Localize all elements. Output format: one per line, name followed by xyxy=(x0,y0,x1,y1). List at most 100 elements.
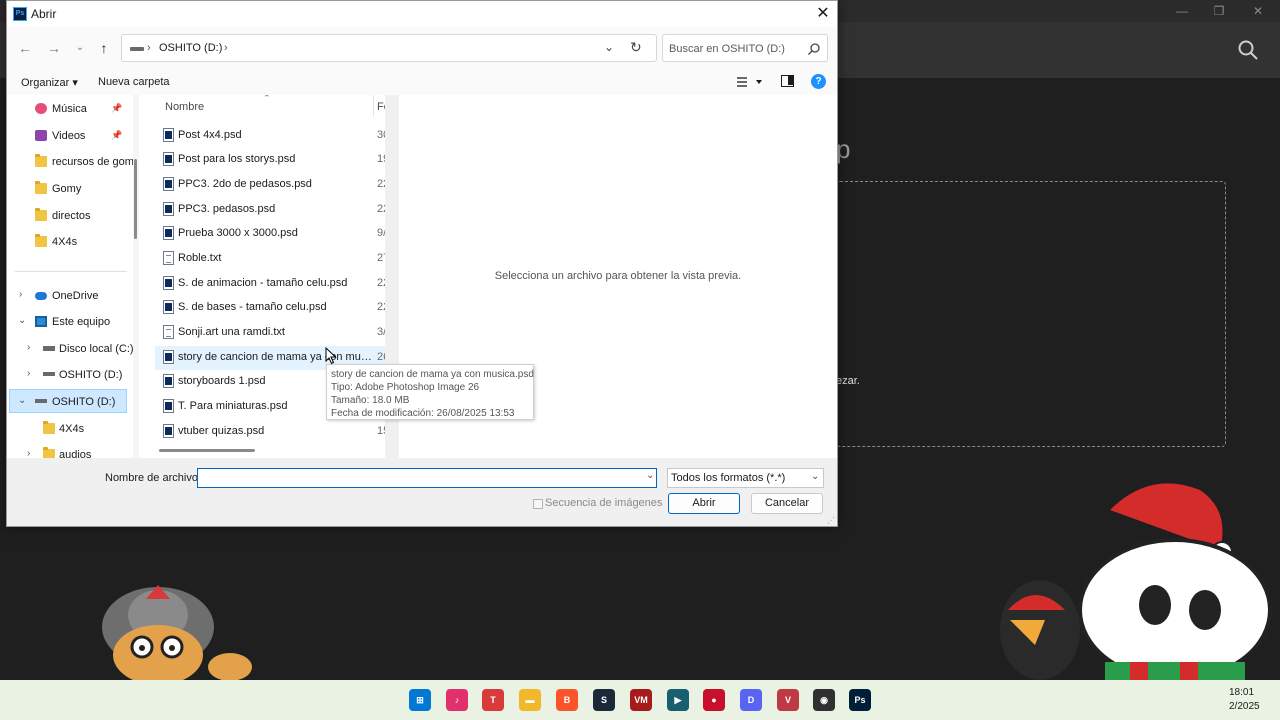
column-separator[interactable] xyxy=(373,95,374,117)
maximize-icon[interactable]: ❐ xyxy=(1209,2,1229,20)
voicemeeter-icon[interactable]: VM xyxy=(630,689,652,711)
file-row[interactable]: Prueba 3000 x 3000.psd 9/ xyxy=(155,222,385,246)
valorant-icon[interactable]: V xyxy=(777,689,799,711)
search-icon[interactable] xyxy=(1236,38,1260,62)
clock-date[interactable]: 2/2025 xyxy=(1229,701,1260,712)
chevron-right-icon[interactable]: › xyxy=(147,42,151,54)
photoshop-icon[interactable]: Ps xyxy=(849,689,871,711)
nav-item-oshito-selected[interactable]: ⌄ OSHITO (D:) xyxy=(7,390,133,414)
preview-pane-icon[interactable] xyxy=(781,75,794,87)
nav-item-4x4s[interactable]: 4X4s xyxy=(7,230,133,254)
chevron-down-icon[interactable]: ⌄ xyxy=(604,40,614,54)
address-path[interactable]: OSHITO (D:) xyxy=(159,42,222,54)
chevron-down-icon[interactable]: ⌄ xyxy=(18,315,26,326)
file-name: S. de animacion - tamaño celu.psd xyxy=(178,277,348,289)
filename-input[interactable] xyxy=(202,471,632,485)
obs-icon[interactable]: ◉ xyxy=(813,689,835,711)
back-arrow-icon[interactable]: ← xyxy=(16,39,34,57)
search-icon[interactable] xyxy=(807,42,821,56)
videos-icon xyxy=(35,130,47,141)
file-name: Prueba 3000 x 3000.psd xyxy=(178,227,298,239)
chevron-down-icon[interactable]: ⌄ xyxy=(646,470,654,481)
filetype-select[interactable]: Todos los formatos (*.*) ⌄ xyxy=(667,468,824,488)
chevron-down-icon[interactable]: ⌄ xyxy=(811,471,819,482)
file-name: Post para los storys.psd xyxy=(178,153,296,165)
nav-item-4x4s-sub[interactable]: 4X4s xyxy=(7,417,133,441)
file-dropzone[interactable] xyxy=(836,181,1226,447)
address-bar[interactable]: › OSHITO (D:) › ⌄ ↻ xyxy=(121,34,657,62)
photoshop-home-title: p xyxy=(836,134,851,164)
cancel-button[interactable]: Cancelar xyxy=(751,493,823,514)
pin-icon[interactable]: 📌 xyxy=(111,103,122,114)
start-icon[interactable]: ⊞ xyxy=(409,689,431,711)
file-row[interactable]: S. de animacion - tamaño celu.psd 22 xyxy=(155,272,385,296)
help-icon[interactable]: ? xyxy=(811,74,826,89)
image-sequence-label: Secuencia de imágenes xyxy=(545,497,663,509)
file-row[interactable]: Post 4x4.psd 30 xyxy=(155,124,385,148)
navigation-bar: ← → ⌄ ↑ › OSHITO (D:) › ⌄ ↻ xyxy=(7,27,837,69)
tiktok-icon[interactable]: ♪ xyxy=(446,689,468,711)
forward-arrow-icon[interactable]: → xyxy=(45,39,63,57)
close-button[interactable]: ✕ xyxy=(811,4,835,24)
open-button[interactable]: Abrir xyxy=(668,493,740,514)
refresh-icon[interactable]: ↻ xyxy=(630,39,642,56)
file-row[interactable]: Post para los storys.psd 19 xyxy=(155,148,385,172)
chevron-right-icon[interactable]: › xyxy=(19,289,22,300)
psd-file-icon xyxy=(163,276,174,290)
file-row[interactable]: Roble.txt 27 xyxy=(155,247,385,271)
new-folder-button[interactable]: Nueva carpeta xyxy=(98,76,170,88)
nav-item-music[interactable]: Música 📌 xyxy=(7,97,133,121)
search-box[interactable] xyxy=(662,34,828,62)
file-date: 26 xyxy=(377,351,385,363)
file-row[interactable]: vtuber quizas.psd 15 xyxy=(155,420,385,444)
nav-item-local-disk[interactable]: › Disco local (C:) xyxy=(7,337,133,361)
column-header-date[interactable]: Fe xyxy=(377,101,385,113)
chevron-right-icon[interactable]: › xyxy=(27,448,30,458)
nav-item-gomy[interactable]: Gomy xyxy=(7,177,133,201)
search-input[interactable] xyxy=(669,41,799,57)
file-date: 15 xyxy=(377,425,385,437)
file-explorer-icon[interactable]: ▬ xyxy=(519,689,541,711)
image-sequence-checkbox[interactable] xyxy=(533,499,543,509)
red-app-icon[interactable]: ● xyxy=(703,689,725,711)
chevron-right-icon[interactable]: › xyxy=(224,42,228,54)
steam-icon[interactable]: S xyxy=(593,689,615,711)
file-row[interactable]: S. de bases - tamaño celu.psd 22 xyxy=(155,296,385,320)
recent-locations-icon[interactable]: ⌄ xyxy=(71,39,89,57)
close-window-icon[interactable]: ✕ xyxy=(1248,2,1268,20)
column-header-name[interactable]: Nombre xyxy=(165,101,204,113)
nav-item-onedrive[interactable]: › OneDrive xyxy=(7,284,133,308)
view-options-icon[interactable] xyxy=(735,74,765,90)
capcut-icon[interactable]: ▶ xyxy=(667,689,689,711)
nav-item-audios[interactable]: › audios xyxy=(7,443,133,458)
resize-grip-icon[interactable]: ⋰ xyxy=(827,516,835,525)
brave-icon[interactable]: B xyxy=(556,689,578,711)
filename-combobox[interactable]: ⌄ xyxy=(197,468,657,488)
minimize-icon[interactable]: — xyxy=(1172,2,1192,20)
computer-icon xyxy=(35,316,47,327)
nav-item-this-pc[interactable]: ⌄ Este equipo xyxy=(7,310,133,334)
nav-item-videos[interactable]: Videos 📌 xyxy=(7,124,133,148)
file-row[interactable]: PPC3. 2do de pedasos.psd 22 xyxy=(155,173,385,197)
nav-scrollbar-thumb[interactable] xyxy=(134,159,137,239)
file-row[interactable]: PPC3. pedasos.psd 22 xyxy=(155,198,385,222)
pin-icon[interactable]: 📌 xyxy=(111,130,122,141)
tooltip-modified: Fecha de modificación: 26/08/2025 13:53 xyxy=(331,408,515,419)
chevron-down-icon[interactable]: ⌄ xyxy=(18,395,26,406)
nav-item-recursos[interactable]: recursos de gom xyxy=(7,150,133,174)
psd-file-icon xyxy=(163,300,174,314)
up-arrow-icon[interactable]: ↑ xyxy=(95,39,113,57)
nav-item-oshito[interactable]: › OSHITO (D:) xyxy=(7,363,133,387)
chevron-right-icon[interactable]: › xyxy=(27,342,30,353)
organize-button[interactable]: Organizar ▾ xyxy=(21,76,78,89)
clock-time[interactable]: 18:01 xyxy=(1229,687,1254,698)
file-date: 9/ xyxy=(377,227,385,239)
dialog-title: Abrir xyxy=(31,7,57,21)
typedesk-icon[interactable]: T xyxy=(482,689,504,711)
chevron-right-icon[interactable]: › xyxy=(27,368,30,379)
discord-icon[interactable]: D xyxy=(740,689,762,711)
horizontal-scrollbar-thumb[interactable] xyxy=(159,449,255,452)
file-row[interactable]: Sonji.art una ramdi.txt 3/ xyxy=(155,321,385,345)
nav-item-directos[interactable]: directos xyxy=(7,204,133,228)
command-bar: Organizar ▾ Nueva carpeta ? xyxy=(7,69,837,95)
